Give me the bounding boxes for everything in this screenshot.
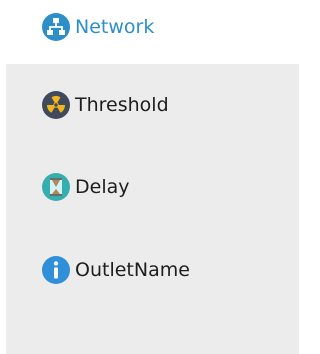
header: Network	[0, 0, 299, 64]
menu-item-label: OutletName	[75, 259, 190, 281]
menu-item-outletname[interactable]: OutletName	[41, 253, 190, 287]
menu-item-label: Delay	[75, 176, 130, 198]
hourglass-icon	[41, 172, 71, 202]
radiation-icon	[41, 90, 71, 120]
menu-item-threshold[interactable]: Threshold	[41, 88, 169, 122]
network-icon	[41, 12, 71, 42]
menu-panel: Threshold Delay OutletName	[6, 64, 299, 354]
network-nav-item[interactable]: Network	[41, 10, 154, 44]
menu-item-delay[interactable]: Delay	[41, 170, 130, 204]
menu-item-label: Threshold	[75, 94, 169, 116]
network-label: Network	[75, 16, 155, 38]
info-icon	[41, 255, 71, 285]
